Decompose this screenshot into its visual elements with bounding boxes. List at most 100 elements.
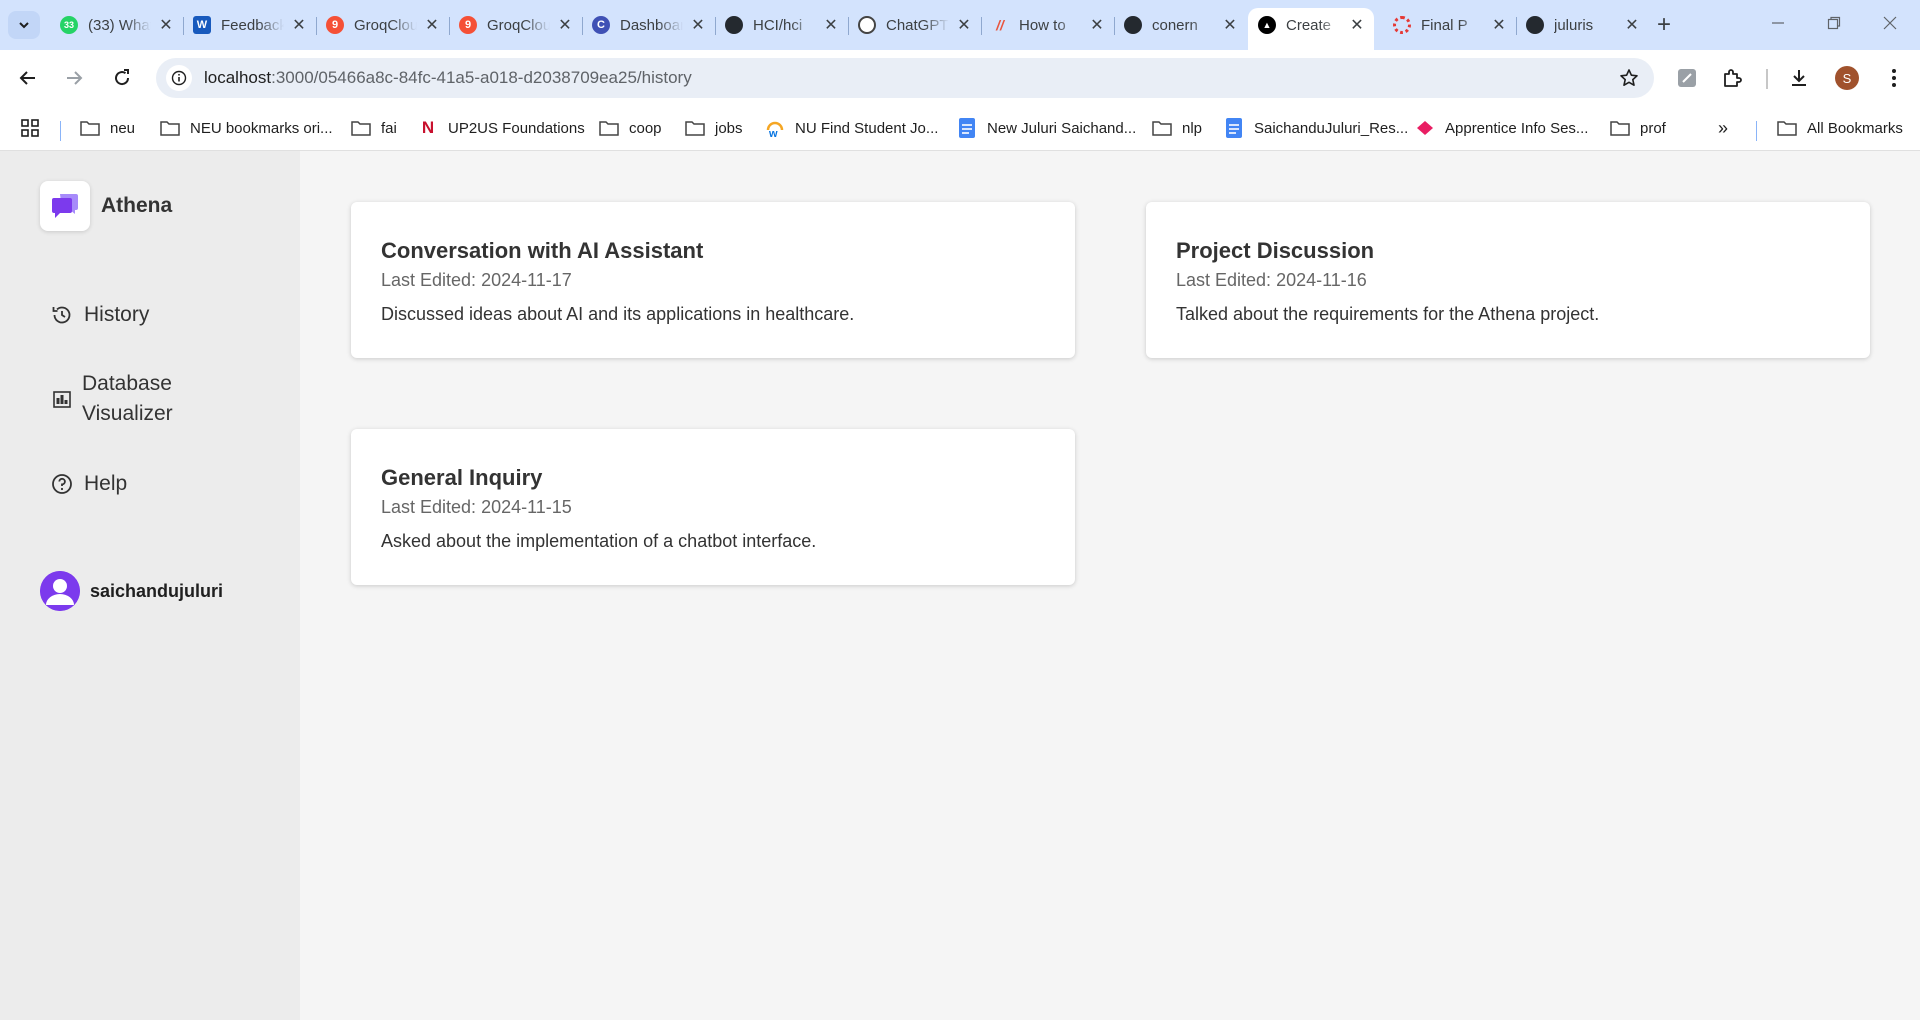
extension-app-icon	[1678, 69, 1696, 87]
all-bookmarks-button[interactable]: All Bookmarks	[1777, 115, 1903, 141]
tab-4[interactable]: C Dashboard ✕	[582, 8, 716, 42]
close-window-button[interactable]	[1862, 0, 1918, 46]
tab-0[interactable]: 33 (33) WhatsApp ✕	[50, 8, 184, 42]
downloads-button[interactable]	[1783, 62, 1815, 94]
reload-icon	[115, 69, 130, 86]
restore-button[interactable]	[1806, 0, 1862, 46]
gear-icon	[1393, 16, 1411, 34]
bookmark-label: NEU bookmarks ori...	[190, 119, 333, 137]
close-icon[interactable]: ✕	[1490, 16, 1508, 34]
sidebar-item-help[interactable]: Help	[50, 472, 127, 496]
bookmark-neu[interactable]: neu	[80, 115, 135, 141]
more-vertical-icon	[1892, 69, 1896, 87]
history-card[interactable]: Conversation with AI Assistant Last Edit…	[351, 202, 1075, 358]
tab-title: Dashboard	[620, 16, 683, 34]
tab-10[interactable]: Final P ✕	[1383, 8, 1517, 42]
bookmark-new-juluri[interactable]: New Juluri Saichand...	[957, 115, 1136, 141]
browser-menu-button[interactable]	[1878, 62, 1910, 94]
forward-button[interactable]	[58, 62, 90, 94]
close-icon[interactable]: ✕	[1088, 16, 1106, 34]
bookmark-star-icon[interactable]	[1618, 67, 1640, 89]
history-card[interactable]: General Inquiry Last Edited: 2024-11-15 …	[351, 429, 1075, 585]
new-tab-button[interactable]: +	[1650, 11, 1678, 39]
sidebar-item-history[interactable]: History	[50, 303, 149, 327]
bookmark-jobs[interactable]: jobs	[685, 115, 743, 141]
bookmark-apprentice[interactable]: Apprentice Info Ses...	[1415, 115, 1588, 141]
bookmark-prof[interactable]: prof	[1610, 115, 1666, 141]
bookmarks-bar: neu NEU bookmarks ori... fai N UP2US Fou…	[0, 107, 1920, 151]
tab-title: (33) WhatsApp	[88, 16, 151, 34]
tab-5[interactable]: HCI/hci ✕	[715, 8, 849, 42]
docs-icon	[957, 118, 977, 138]
tab-2[interactable]: 9 GroqCloud ✕	[316, 8, 450, 42]
reload-button[interactable]	[106, 62, 138, 94]
bookmark-label: NU Find Student Jo...	[795, 119, 939, 137]
bookmark-nu-find-jobs[interactable]: w NU Find Student Jo...	[765, 115, 938, 141]
bookmarks-separator	[60, 121, 61, 141]
url-host: localhost	[204, 68, 272, 87]
folder-icon	[599, 118, 619, 138]
history-card[interactable]: Project Discussion Last Edited: 2024-11-…	[1146, 202, 1870, 358]
close-icon[interactable]: ✕	[955, 16, 973, 34]
folder-icon	[1152, 118, 1172, 138]
close-icon[interactable]: ✕	[1623, 16, 1641, 34]
tab-search-button[interactable]	[8, 11, 40, 39]
chatgpt-icon	[858, 16, 876, 34]
site-info-icon[interactable]	[166, 65, 192, 91]
card-date: Last Edited: 2024-11-17	[381, 270, 572, 290]
close-icon[interactable]: ✕	[556, 16, 574, 34]
tab-active[interactable]: ▲ Create ✕	[1248, 8, 1374, 50]
card-date: Last Edited: 2024-11-15	[381, 497, 572, 517]
brand-name: Athena	[101, 194, 173, 217]
tab-title: juluris	[1554, 16, 1594, 34]
close-icon[interactable]: ✕	[822, 16, 840, 34]
bookmark-label: Apprentice Info Ses...	[1445, 119, 1589, 137]
chat-logo-icon	[40, 181, 90, 231]
bookmark-nlp[interactable]: nlp	[1152, 115, 1202, 141]
bookmark-up2us[interactable]: N UP2US Foundations	[418, 115, 585, 141]
apps-button[interactable]	[20, 115, 40, 141]
brand[interactable]: Athena	[40, 181, 172, 231]
sidebar-item-database-visualizer[interactable]: Database Visualizer	[50, 369, 192, 429]
address-bar[interactable]: localhost:3000/05466a8c-84fc-41a5-a018-d…	[156, 58, 1654, 98]
close-icon[interactable]: ✕	[689, 16, 707, 34]
card-description: Talked about the requirements for the At…	[1176, 304, 1600, 324]
tab-title: How to	[1019, 16, 1066, 34]
bookmark-neu-bookmarks[interactable]: NEU bookmarks ori...	[160, 115, 333, 141]
sidebar-item-label: Database Visualizer	[82, 372, 173, 425]
tab-8[interactable]: conern ✕	[1114, 8, 1247, 42]
back-button[interactable]	[12, 62, 44, 94]
bookmark-fai[interactable]: fai	[351, 115, 397, 141]
more-bookmarks-button[interactable]: »	[1718, 115, 1728, 141]
folder-icon	[351, 118, 371, 138]
bookmark-label: neu	[110, 119, 136, 137]
close-icon[interactable]: ✕	[423, 16, 441, 34]
apps-grid-icon	[21, 119, 39, 137]
whatsapp-icon: 33	[60, 16, 78, 34]
tab-title: GroqCloud	[354, 16, 417, 34]
extension-button[interactable]	[1671, 62, 1703, 94]
bookmarks-separator	[1756, 121, 1757, 141]
close-icon[interactable]: ✕	[1348, 16, 1366, 34]
folder-icon	[1610, 118, 1630, 138]
tab-11[interactable]: juluris ✕	[1516, 8, 1649, 42]
profile-avatar[interactable]: S	[1835, 66, 1859, 90]
tab-title: Create	[1286, 16, 1332, 34]
user-profile[interactable]: saichandujuluri	[40, 571, 223, 611]
sidebar-item-label: Help	[84, 472, 128, 495]
user-name: saichandujuluri	[90, 580, 224, 601]
close-icon[interactable]: ✕	[157, 16, 175, 34]
bookmark-resume[interactable]: SaichanduJuluri_Res...	[1224, 115, 1408, 141]
extensions-button[interactable]	[1716, 62, 1748, 94]
close-icon[interactable]: ✕	[1221, 16, 1239, 34]
minimize-button[interactable]	[1750, 0, 1806, 46]
tab-7[interactable]: // How to ✕	[981, 8, 1115, 42]
url-path: :3000/05466a8c-84fc-41a5-a018-d2038709ea…	[271, 68, 692, 87]
close-icon[interactable]: ✕	[290, 16, 308, 34]
tab-title: ChatGPT	[886, 16, 949, 34]
tab-6[interactable]: ChatGPT ✕	[848, 8, 982, 42]
docs-icon	[1224, 118, 1244, 138]
bookmark-coop[interactable]: coop	[599, 115, 662, 141]
tab-1[interactable]: W Feedback ✕	[183, 8, 317, 42]
tab-3[interactable]: 9 GroqCloud ✕	[449, 8, 583, 42]
